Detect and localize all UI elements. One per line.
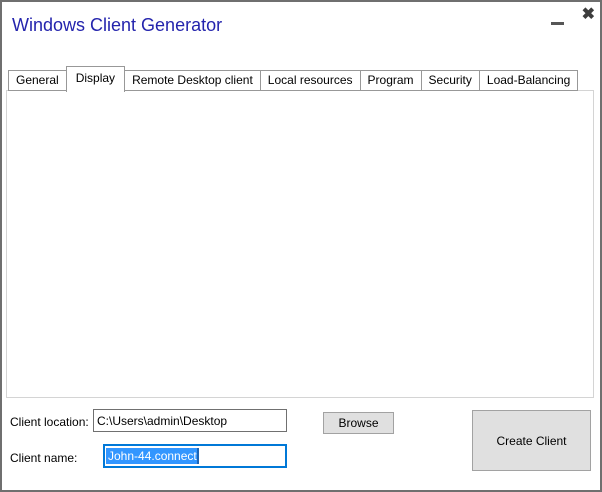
tab-load-balancing[interactable]: Load-Balancing — [479, 70, 578, 91]
tab-bar: General Display Remote Desktop client Lo… — [8, 70, 578, 96]
client-location-input[interactable] — [93, 409, 287, 432]
close-icon[interactable]: ✖ — [582, 4, 595, 24]
tab-display[interactable]: Display — [66, 66, 125, 92]
selected-text: John-44.connect — [106, 448, 197, 464]
create-client-button[interactable]: Create Client — [472, 410, 591, 471]
window-title: Windows Client Generator — [12, 15, 222, 36]
minimize-icon[interactable] — [551, 22, 564, 25]
tab-program[interactable]: Program — [360, 70, 422, 91]
text-caret — [197, 448, 199, 464]
tab-local-resources[interactable]: Local resources — [260, 70, 361, 91]
client-name-input[interactable]: John-44.connect — [103, 444, 287, 468]
browse-button[interactable]: Browse — [323, 412, 394, 434]
tab-general[interactable]: General — [8, 70, 67, 91]
client-location-label: Client location: — [10, 415, 89, 429]
tab-page-display — [6, 90, 594, 398]
tab-remote-desktop-client[interactable]: Remote Desktop client — [124, 70, 261, 91]
windows-client-generator-window: Windows Client Generator ✖ General Displ… — [0, 0, 602, 492]
client-name-label: Client name: — [10, 451, 77, 465]
tab-security[interactable]: Security — [421, 70, 480, 91]
